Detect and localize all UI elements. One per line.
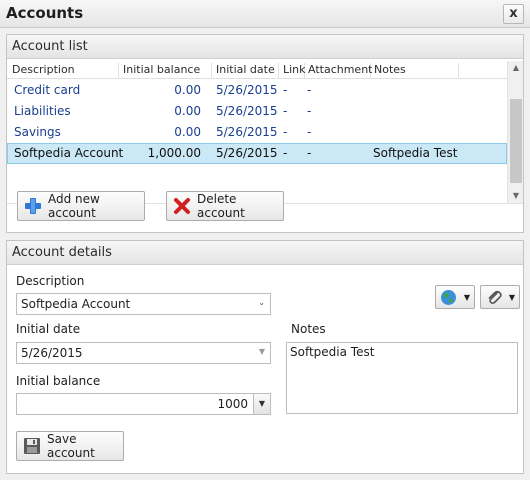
window-title: Accounts: [6, 4, 84, 22]
save-account-button[interactable]: Save account: [16, 431, 124, 461]
close-button[interactable]: x: [503, 4, 524, 24]
add-account-label: Add new account: [48, 192, 100, 220]
table-row[interactable]: Liabilities 0.00 5/26/2015 - -: [7, 101, 507, 122]
cell-date: 5/26/2015: [216, 104, 278, 118]
title-bar: Accounts x: [0, 0, 530, 28]
account-details-panel: Account details Description Softpedia Ac…: [6, 240, 524, 474]
plus-icon: [24, 197, 42, 215]
scroll-up-icon[interactable]: ▲: [508, 61, 524, 75]
floppy-disk-icon: [23, 437, 41, 455]
cell-balance: 0.00: [174, 125, 201, 139]
cell-attachment: -: [307, 146, 312, 160]
cell-balance: 0.00: [174, 104, 201, 118]
cell-link: -: [283, 83, 288, 97]
cell-attachment: -: [307, 104, 312, 118]
initial-date-picker[interactable]: 5/26/2015 ▼: [16, 342, 271, 364]
column-link[interactable]: Link: [280, 63, 306, 79]
save-account-label: Save account: [47, 432, 95, 460]
paperclip-icon: [488, 290, 502, 304]
link-button[interactable]: ▼: [435, 285, 475, 309]
scroll-down-icon[interactable]: ▼: [508, 189, 524, 203]
balance-dropdown-icon[interactable]: ▼: [253, 394, 270, 414]
column-notes[interactable]: Notes: [371, 63, 459, 79]
account-list-header: Account list: [7, 35, 523, 59]
grid-header: Description Initial balance Initial date…: [7, 61, 507, 79]
calendar-dropdown-icon: ▼: [258, 347, 265, 356]
description-label: Description: [16, 274, 85, 288]
column-initial-date[interactable]: Initial date: [213, 63, 279, 79]
add-account-button[interactable]: Add new account: [17, 191, 145, 221]
cell-description: Credit card: [14, 83, 81, 97]
column-attachment[interactable]: Attachment: [305, 63, 373, 79]
cell-link: -: [283, 125, 288, 139]
table-row[interactable]: Savings 0.00 5/26/2015 - -: [7, 122, 507, 143]
caret-icon: ▼: [508, 293, 515, 302]
initial-date-value: 5/26/2015: [21, 346, 83, 360]
description-combo[interactable]: Softpedia Account ⌄: [16, 293, 271, 315]
notes-textarea[interactable]: Softpedia Test: [286, 342, 518, 414]
initial-date-label: Initial date: [16, 322, 81, 336]
delete-account-button[interactable]: Delete account: [166, 191, 284, 221]
cell-date: 5/26/2015: [216, 125, 278, 139]
table-row[interactable]: Credit card 0.00 5/26/2015 - -: [7, 80, 507, 101]
globe-icon: [441, 290, 456, 305]
cell-date: 5/26/2015: [216, 83, 278, 97]
caret-icon: ▼: [463, 293, 470, 302]
cell-link: -: [283, 104, 288, 118]
column-initial-balance[interactable]: Initial balance: [120, 63, 212, 79]
account-details-header: Account details: [7, 241, 523, 265]
cell-description: Liabilities: [14, 104, 71, 118]
x-icon: [173, 197, 191, 215]
description-value: Softpedia Account: [21, 297, 131, 311]
notes-label: Notes: [291, 322, 326, 336]
cell-attachment: -: [307, 125, 312, 139]
column-description[interactable]: Description: [9, 63, 119, 79]
initial-balance-label: Initial balance: [16, 374, 101, 388]
attachment-button[interactable]: ▼: [480, 285, 520, 309]
cell-description: Savings: [14, 125, 61, 139]
chevron-down-icon: ⌄: [258, 298, 265, 307]
initial-balance-value: 1000: [217, 397, 248, 411]
accounts-grid: Description Initial balance Initial date…: [7, 61, 523, 211]
vertical-scrollbar[interactable]: ▲ ▼: [507, 61, 523, 203]
cell-notes: Softpedia Test: [373, 146, 458, 160]
cell-attachment: -: [307, 83, 312, 97]
cell-balance: 0.00: [174, 83, 201, 97]
table-row-selected[interactable]: Softpedia Account 1,000.00 5/26/2015 - -…: [7, 143, 507, 164]
cell-description: Softpedia Account: [14, 146, 124, 160]
cell-balance: 1,000.00: [147, 146, 201, 160]
account-list-panel: Account list Description Initial balance…: [6, 34, 524, 233]
scroll-thumb[interactable]: [510, 99, 522, 183]
cell-date: 5/26/2015: [216, 146, 278, 160]
initial-balance-input[interactable]: 1000 ▼: [16, 393, 271, 415]
delete-account-label: Delete account: [197, 192, 245, 220]
cell-link: -: [283, 146, 288, 160]
